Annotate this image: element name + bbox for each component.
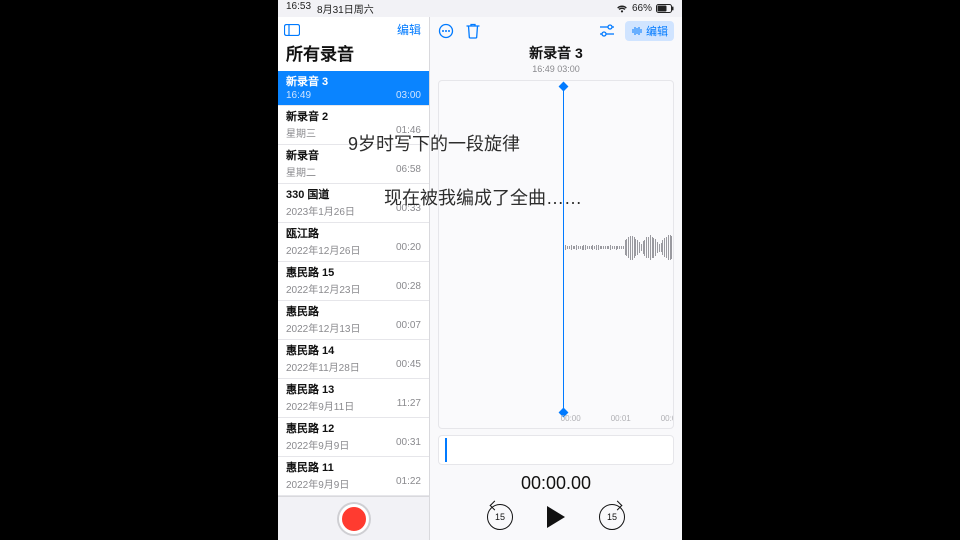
list-item[interactable]: 新录音 316:49 03:00 bbox=[278, 71, 429, 106]
waveform-zoom-view[interactable]: 00:0000:0100:00 bbox=[438, 80, 674, 429]
waveform-scrubber[interactable] bbox=[438, 435, 674, 465]
recording-duration: 00:28 bbox=[396, 281, 421, 296]
list-item[interactable]: 新录音 2星期三 01:46 bbox=[278, 106, 429, 145]
recording-detail: 编辑 新录音 3 16:49 03:00 00:0000:0100:00 bbox=[430, 17, 682, 540]
recording-meta-time: 16:49 bbox=[532, 64, 555, 74]
recording-name: 惠民路 11 bbox=[286, 461, 421, 475]
recording-meta: 16:49 03:00 bbox=[430, 64, 682, 74]
edit-pill-label: 编辑 bbox=[646, 23, 668, 39]
sidebar-edit-button[interactable]: 编辑 bbox=[397, 21, 421, 38]
list-item[interactable]: 惠民路 142022年11月28日 00:45 bbox=[278, 340, 429, 379]
trash-icon[interactable] bbox=[466, 23, 480, 39]
play-button[interactable] bbox=[547, 506, 565, 528]
recording-name: 惠民路 bbox=[286, 305, 421, 319]
transport-controls: 15 15 bbox=[430, 494, 682, 540]
waveform-edit-button[interactable]: 编辑 bbox=[625, 21, 674, 41]
recording-duration: 00:31 bbox=[396, 437, 421, 452]
playback-timer: 00:00.00 bbox=[430, 473, 682, 494]
recording-name: 惠民路 13 bbox=[286, 383, 421, 397]
list-item[interactable]: 惠民路 132022年9月11日 11:27 bbox=[278, 379, 429, 418]
wifi-icon bbox=[616, 4, 628, 13]
recording-duration: 01:46 bbox=[396, 125, 421, 140]
recording-duration: 00:20 bbox=[396, 242, 421, 257]
playhead-indicator bbox=[563, 87, 564, 412]
recording-date: 2023年1月26日 bbox=[286, 203, 355, 218]
record-bar bbox=[278, 496, 429, 540]
recording-name: 新录音 3 bbox=[286, 75, 421, 89]
recording-duration: 01:22 bbox=[396, 476, 421, 491]
list-item[interactable]: 新录音星期二 06:58 bbox=[278, 145, 429, 184]
skip-forward-button[interactable]: 15 bbox=[599, 504, 625, 530]
voice-memos-app: 16:53 8月31日周六 66% 编辑 bbox=[278, 0, 682, 540]
recording-duration: 06:58 bbox=[396, 164, 421, 179]
recordings-list[interactable]: 新录音 316:49 03:00 新录音 2星期三 01:46 新录音星期二 06:58 3… bbox=[278, 71, 429, 496]
status-bar: 16:53 8月31日周六 66% bbox=[278, 0, 682, 17]
recording-date: 星期三 bbox=[286, 125, 316, 140]
scrubber-playhead[interactable] bbox=[445, 438, 447, 462]
recording-name: 新录音 2 bbox=[286, 110, 421, 124]
recording-date: 2022年11月28日 bbox=[286, 359, 360, 374]
recording-name: 新录音 bbox=[286, 149, 421, 163]
list-item[interactable]: 330 国道2023年1月26日 00:33 bbox=[278, 184, 429, 223]
recording-date: 2022年9月9日 bbox=[286, 437, 349, 452]
timeline-ticks: 00:0000:0100:00 bbox=[439, 414, 673, 428]
recordings-sidebar: 编辑 所有录音 新录音 316:49 03:00 新录音 2星期三 01:46 新录音星… bbox=[278, 17, 430, 540]
list-item[interactable]: 惠民路 122022年9月9日 00:31 bbox=[278, 418, 429, 457]
recording-date: 2022年12月23日 bbox=[286, 281, 361, 296]
recording-date: 2022年12月26日 bbox=[286, 242, 361, 257]
recording-duration: 00:07 bbox=[396, 320, 421, 335]
battery-percent: 66% bbox=[632, 3, 652, 14]
recording-duration: 00:33 bbox=[396, 203, 421, 218]
recording-name: 惠民路 15 bbox=[286, 266, 421, 280]
list-item[interactable]: 惠民路 152022年12月23日 00:28 bbox=[278, 262, 429, 301]
sidebar-toggle-icon[interactable] bbox=[284, 24, 300, 36]
recording-duration: 11:27 bbox=[397, 398, 421, 413]
recording-date: 2022年12月13日 bbox=[286, 320, 361, 335]
list-item[interactable]: 惠民路2022年12月13日 00:07 bbox=[278, 301, 429, 340]
recording-date: 2022年9月9日 bbox=[286, 476, 349, 491]
status-date: 8月31日周六 bbox=[317, 1, 374, 16]
settings-sliders-icon[interactable] bbox=[599, 24, 615, 38]
recording-duration: 03:00 bbox=[396, 90, 421, 101]
list-item[interactable]: 瓯江路2022年12月26日 00:20 bbox=[278, 223, 429, 262]
recording-date: 16:49 bbox=[286, 90, 311, 101]
recording-name: 330 国道 bbox=[286, 188, 421, 202]
recording-title[interactable]: 新录音 3 bbox=[430, 43, 682, 63]
sidebar-title: 所有录音 bbox=[278, 40, 429, 71]
recording-date: 2022年9月11日 bbox=[286, 398, 354, 413]
status-time: 16:53 bbox=[286, 1, 311, 16]
recording-date: 星期二 bbox=[286, 164, 316, 179]
battery-icon bbox=[656, 4, 674, 13]
recording-name: 惠民路 14 bbox=[286, 344, 421, 358]
recording-name: 瓯江路 bbox=[286, 227, 421, 241]
recording-meta-dur: 03:00 bbox=[557, 64, 580, 74]
skip-back-button[interactable]: 15 bbox=[487, 504, 513, 530]
list-item[interactable]: 惠民路 112022年9月9日 01:22 bbox=[278, 457, 429, 496]
recording-name: 惠民路 12 bbox=[286, 422, 421, 436]
recording-duration: 00:45 bbox=[396, 359, 421, 374]
record-button[interactable] bbox=[339, 504, 369, 534]
more-icon[interactable] bbox=[438, 23, 454, 39]
